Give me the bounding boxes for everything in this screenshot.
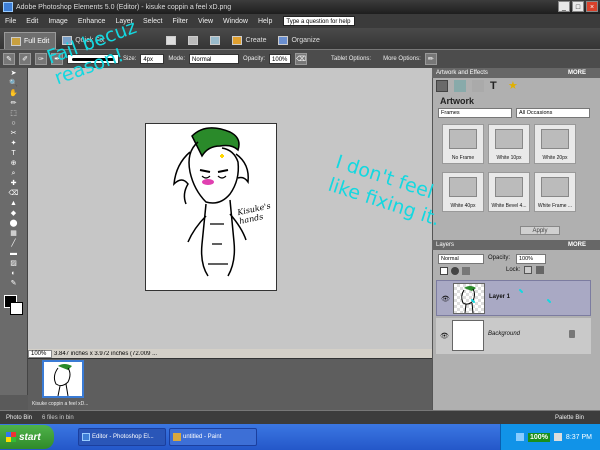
photoshop-task-icon — [82, 433, 90, 441]
task-label: Editor - Photoshop El... — [92, 434, 154, 440]
paint-task-icon — [173, 433, 181, 441]
start-button[interactable]: start — [0, 425, 54, 449]
task-paint[interactable]: untitled - Paint — [169, 428, 257, 446]
battery-indicator[interactable]: 100% — [528, 432, 550, 442]
clock: 8:37 PM — [565, 433, 592, 441]
taskbar: start Editor - Photoshop El... untitled … — [0, 424, 600, 450]
task-label: untitled - Paint — [183, 434, 222, 440]
system-tray: 100% 8:37 PM — [500, 424, 600, 450]
windows-logo-icon — [6, 432, 16, 442]
start-label: start — [19, 431, 41, 443]
task-photoshop[interactable]: Editor - Photoshop El... — [78, 428, 166, 446]
network-icon[interactable] — [516, 433, 525, 441]
volume-icon[interactable] — [553, 433, 562, 441]
